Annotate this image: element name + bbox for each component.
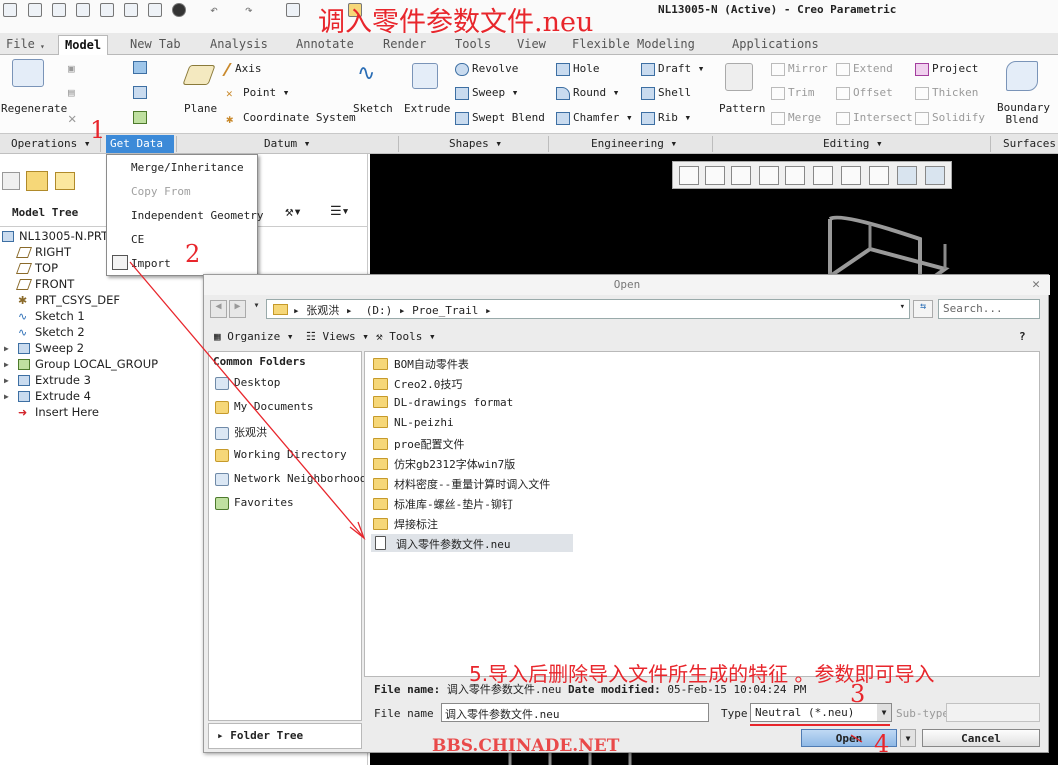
step-2-annotation: 2: [185, 240, 201, 268]
arrow-line: [850, 734, 863, 743]
annotation-arrows: [129, 261, 863, 743]
watermark: BBS.CHINADE.NET: [432, 736, 620, 756]
step-4-annotation: 4: [874, 730, 890, 758]
step-3-annotation: 3: [850, 680, 866, 708]
arrow-line: [129, 261, 365, 539]
step-1-annotation: 1: [90, 116, 106, 144]
